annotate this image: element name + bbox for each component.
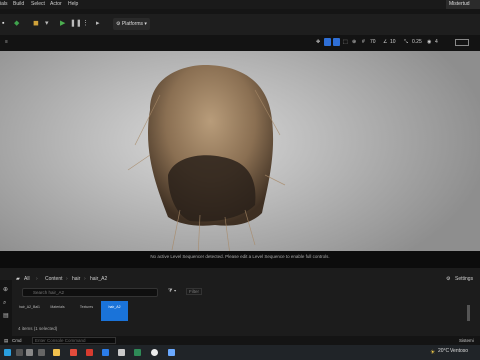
unreal-engine-icon[interactable]	[151, 349, 158, 356]
filter-button[interactable]: Filter	[186, 288, 202, 295]
settings-label[interactable]: Settings	[455, 272, 473, 286]
content-drawer-icon[interactable]: ▤	[4, 336, 8, 345]
chevron-right-icon: ›	[36, 276, 38, 282]
asset-label: Textures	[79, 305, 94, 309]
filter-icon[interactable]: ⧩ ▾	[168, 288, 176, 294]
asset-materials-folder[interactable]: Materials	[44, 301, 71, 321]
item-count: 4 items (1 selected)	[18, 326, 58, 331]
breadcrumb-hair[interactable]: hair	[72, 272, 80, 286]
save-icon[interactable]: ▪	[2, 20, 4, 28]
play-options-icon[interactable]: ▸	[96, 20, 100, 28]
app-icon-blue[interactable]	[102, 349, 109, 356]
content-browser-path: ▰ All › Content › hair › hair_A2 ⚙ Setti…	[0, 272, 480, 286]
app-icon-lightblue[interactable]	[168, 349, 175, 356]
breadcrumb-hair-a2[interactable]: hair_A2	[90, 272, 107, 286]
menu-item-select[interactable]: Select	[31, 0, 45, 9]
asset-hair-groom[interactable]: hair_A2_Bal1	[16, 301, 43, 321]
chevron-down-icon: ▾	[144, 21, 147, 27]
add-icon[interactable]: ⊕	[3, 286, 8, 293]
asset-textures-folder[interactable]: Textures	[73, 301, 100, 321]
breadcrumb-content[interactable]: Content	[45, 272, 63, 286]
chevron-right-icon: ›	[66, 276, 68, 282]
weather-icon: ☀	[430, 350, 436, 356]
content-browser-sidebar: ⊕ ⌕ ▤	[0, 280, 12, 336]
app-icon-gray[interactable]	[118, 349, 125, 356]
sequencer-message: No active Level Sequencer detected. Plea…	[150, 254, 330, 259]
os-taskbar: ☀ 20°C Ventoso	[0, 345, 480, 360]
stop-icon[interactable]: ⋮	[82, 20, 89, 28]
cmd-dropdown[interactable]: Cmd	[12, 336, 22, 345]
asset-hair-a2[interactable]: hair_A2	[101, 301, 128, 321]
platforms-label: Platforms	[121, 21, 143, 27]
pause-icon[interactable]: ❚❚	[70, 20, 82, 28]
platforms-icon: ⚙	[116, 21, 121, 27]
platforms-button[interactable]: ⚙ Platforms ▾	[113, 18, 150, 30]
content-search-input[interactable]: Search hair_A2	[22, 288, 158, 297]
console-command-input[interactable]: Enter Console Command	[32, 337, 116, 344]
window-title: Mistertud	[446, 0, 480, 9]
chevron-right-icon: ›	[84, 276, 86, 282]
file-explorer-icon[interactable]	[53, 349, 60, 356]
search-taskbar-icon[interactable]	[26, 349, 33, 356]
start-icon[interactable]	[4, 349, 11, 356]
temperature: 20°C	[438, 348, 450, 354]
search-icon[interactable]: ⌕	[3, 300, 6, 307]
asset-label: hair_A2_Bal1	[18, 305, 40, 309]
settings-icon[interactable]: ⚙	[446, 272, 450, 286]
asset-label: hair_A2	[108, 305, 121, 309]
folder-icon[interactable]: ▰	[16, 272, 20, 286]
console-bar: ▤ Cmd Enter Console Command Sistemi	[0, 336, 480, 345]
derived-data-label[interactable]: Sistemi	[459, 336, 474, 345]
main-toolbar: ▪ ◆ ◼ ▾ ▶ ❚❚ ⋮ ▸	[0, 14, 480, 36]
menu-item-build[interactable]: Build	[13, 0, 24, 9]
widgets-icon[interactable]	[38, 349, 45, 356]
breadcrumb-all[interactable]: All	[24, 272, 30, 286]
hair-mesh	[127, 65, 286, 258]
app-icon-orange[interactable]	[86, 349, 93, 356]
weather-label: Ventoso	[450, 348, 469, 354]
app-icon-red[interactable]	[70, 349, 77, 356]
add-content-icon[interactable]: ◼	[33, 20, 39, 28]
menu-bar: ials Build Select Actor Help Mistertud	[0, 0, 480, 9]
task-view-icon[interactable]	[16, 349, 23, 356]
play-icon[interactable]: ▶	[60, 20, 65, 28]
menu-item-help[interactable]: Help	[68, 0, 78, 9]
level-viewport[interactable]: ≡ ✥ ⬚ ⊕ # 70 ∠ 10 ⤡ 0.25 ◉ 4 No active L…	[0, 35, 480, 268]
modes-dropdown-icon[interactable]: ▾	[45, 20, 49, 28]
menu-item-materials[interactable]: ials	[0, 0, 8, 9]
scrollbar[interactable]	[467, 305, 470, 321]
asset-label: Materials	[50, 305, 65, 309]
app-icon-green[interactable]	[134, 349, 141, 356]
menu-item-actor[interactable]: Actor	[50, 0, 62, 9]
collections-icon[interactable]: ▤	[3, 312, 9, 319]
select-mode-icon[interactable]: ◆	[14, 20, 19, 28]
